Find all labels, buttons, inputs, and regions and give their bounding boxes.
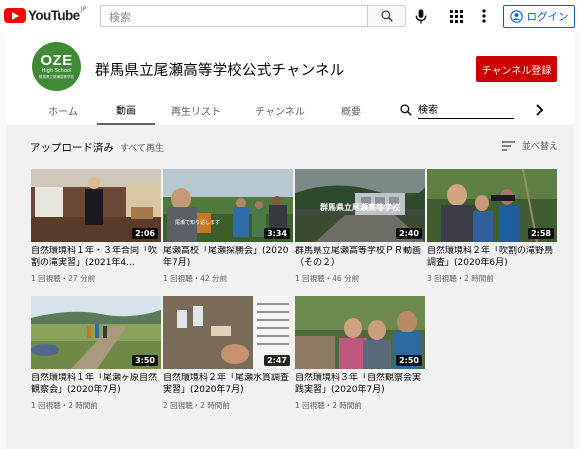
sort-label: 並べ替え: [522, 142, 559, 152]
channel-tabs: ホーム 動画 再生リスト チャンネル 概要: [6, 95, 574, 125]
hamburger-menu-icon[interactable]: [0, 5, 2, 27]
video-thumbnail[interactable]: 3:50: [31, 296, 161, 369]
logo-text: YouTube: [28, 8, 80, 23]
video-title[interactable]: 自然環境科３年「自然観察会実践実習」(2020年7月): [295, 373, 425, 396]
video-meta: 1 回視聴・2 時間前: [31, 401, 98, 410]
video-thumbnail[interactable]: 2:58: [427, 169, 557, 242]
channel-header: OZE High School 群馬県立尾瀬高等学校 群馬県立尾瀬高等学校公式チ…: [6, 33, 574, 125]
video-meta: 1 回視聴・46 分前: [295, 274, 360, 283]
video-title[interactable]: 自然環境科１年「尾瀬ヶ原自然観察会」(2020年7月): [31, 373, 161, 396]
video-thumbnail[interactable]: 2:06: [31, 169, 161, 242]
video-title[interactable]: 自然環境科２年「吹割の滝野鳥調査」(2020年6月): [427, 246, 557, 269]
channel-search-input[interactable]: [418, 99, 514, 119]
tab-home[interactable]: ホーム: [34, 95, 92, 125]
apps-button[interactable]: [447, 7, 465, 25]
sort-button[interactable]: 並べ替え: [502, 139, 558, 152]
video-title[interactable]: 自然環境科２年「尾瀬水質調査実習」(2020年7月): [163, 373, 293, 396]
video-meta: 2 回視聴・2 時間前: [163, 401, 230, 410]
video-card[interactable]: 2:50 自然環境科３年「自然観察会実践実習」(2020年7月) 1 回視聴・2…: [295, 296, 425, 411]
video-thumbnail[interactable]: 2:47: [163, 296, 293, 369]
microphone-icon: [415, 8, 427, 24]
video-duration: 2:40: [396, 228, 422, 239]
avatar-line2: High School: [41, 67, 72, 74]
tab-about[interactable]: 概要: [326, 95, 376, 125]
login-label: ログイン: [526, 11, 569, 23]
video-duration: 3:34: [264, 228, 290, 239]
tab-playlists[interactable]: 再生リスト: [164, 95, 228, 125]
video-meta: 1 回視聴・2 時間前: [295, 401, 362, 410]
account-circle-icon: [509, 10, 523, 23]
video-card[interactable]: 3:50 自然環境科１年「尾瀬ヶ原自然観察会」(2020年7月) 1 回視聴・2…: [31, 296, 161, 411]
video-duration: 2:06: [132, 228, 158, 239]
play-all-link[interactable]: すべて再生: [120, 141, 164, 154]
more-vertical-icon: [482, 9, 486, 23]
sort-icon: [502, 140, 515, 151]
section-title: アップロード済み: [30, 142, 114, 154]
video-thumbnail[interactable]: 尾瀬で知り返します 3:34: [163, 169, 293, 242]
video-duration: 2:50: [396, 355, 422, 366]
search-icon: [380, 10, 393, 22]
video-title[interactable]: 自然環境科１年・３年合同「吹割の滝実習」(2021年4...: [31, 246, 161, 269]
video-duration: 2:58: [528, 228, 554, 239]
channel-avatar[interactable]: OZE High School 群馬県立尾瀬高等学校: [32, 42, 81, 91]
video-meta: 3 回視聴・2 時間前: [427, 274, 494, 283]
subscribe-button[interactable]: チャンネル登録: [476, 56, 557, 82]
youtube-logo[interactable]: YouTube JP: [4, 6, 86, 23]
video-card[interactable]: 2:06 自然環境科１年・３年合同「吹割の滝実習」(2021年4... 1 回視…: [31, 169, 161, 284]
thumbnail-caption: 尾瀬で知り返します: [175, 220, 221, 226]
youtube-play-icon: [4, 8, 26, 23]
tab-videos[interactable]: 動画: [97, 95, 155, 125]
avatar-line1: OZE: [40, 51, 73, 69]
voice-search-button[interactable]: [412, 7, 430, 25]
thumbnail-caption: 群馬県立尾瀬高等学校: [320, 203, 400, 212]
video-duration: 2:47: [264, 355, 290, 366]
video-thumbnail[interactable]: 群馬県立尾瀬高等学校 2:40: [295, 169, 425, 242]
video-meta: 1 回視聴・27 分前: [31, 274, 96, 283]
video-thumbnail[interactable]: 2:50: [295, 296, 425, 369]
video-title[interactable]: 尾瀬高校「尾瀬探勝会」(2020年7月): [163, 246, 293, 269]
video-card[interactable]: 群馬県立尾瀬高等学校 2:40 群馬県立尾瀬高等学校ＰＲ動画（その２） 1 回視…: [295, 169, 425, 284]
search-box[interactable]: [100, 5, 368, 28]
video-duration: 3:50: [132, 355, 158, 366]
channel-title: 群馬県立尾瀬高等学校公式チャンネル: [95, 63, 345, 79]
avatar-line3: 群馬県立尾瀬高等学校: [39, 74, 74, 79]
masthead: YouTube JP ログイン: [0, 0, 580, 33]
search-input[interactable]: [101, 7, 367, 28]
video-card[interactable]: 2:58 自然環境科２年「吹割の滝野鳥調査」(2020年6月) 3 回視聴・2 …: [427, 169, 557, 284]
logo-region: JP: [80, 6, 86, 13]
chevron-right-icon[interactable]: [534, 103, 546, 117]
video-meta: 1 回視聴・42 分前: [163, 274, 228, 283]
search-button[interactable]: [368, 5, 406, 27]
settings-more-button[interactable]: [477, 7, 491, 25]
video-title[interactable]: 群馬県立尾瀬高等学校ＰＲ動画（その２）: [295, 246, 425, 269]
apps-grid-icon: [449, 9, 463, 23]
video-card[interactable]: 2:47 自然環境科２年「尾瀬水質調査実習」(2020年7月) 2 回視聴・2 …: [163, 296, 293, 411]
videos-section: アップロード済み すべて再生 並べ替え 2:06 自然環境科１年・３年合同「吹割…: [6, 125, 574, 449]
channel-search-icon[interactable]: [399, 103, 413, 117]
video-card[interactable]: 尾瀬で知り返します 3:34 尾瀬高校「尾瀬探勝会」(2020年7月) 1 回視…: [163, 169, 293, 284]
login-button[interactable]: ログイン: [503, 5, 575, 28]
tab-channels[interactable]: チャンネル: [246, 95, 314, 125]
